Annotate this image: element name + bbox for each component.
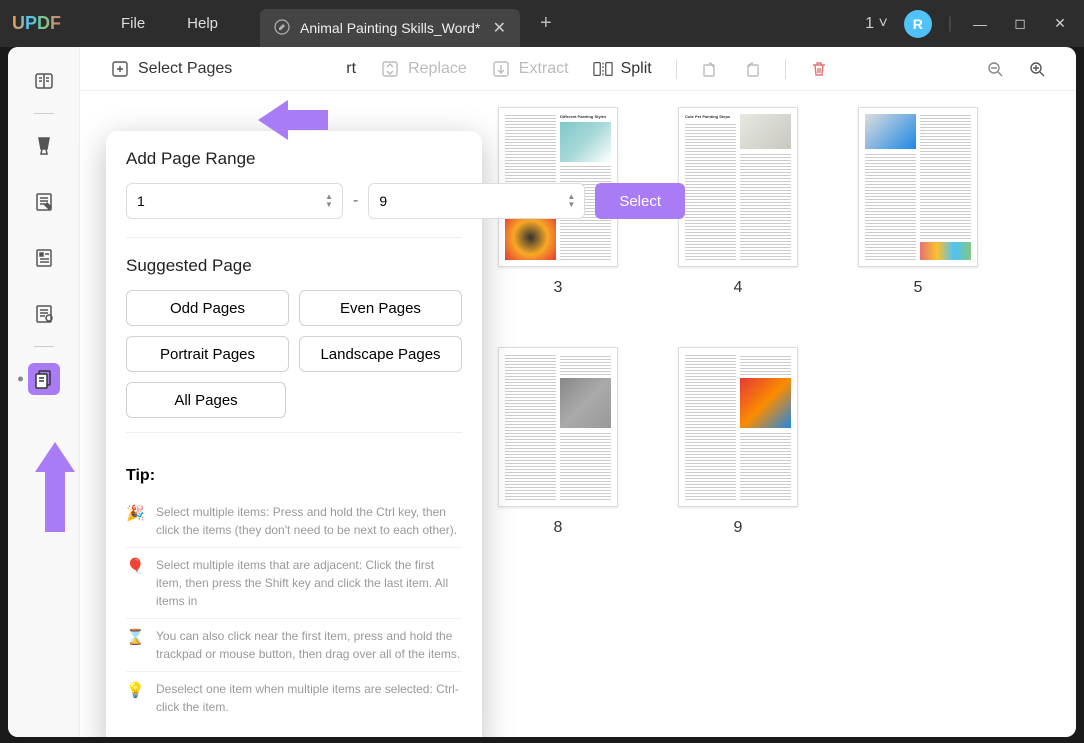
zoom-out-button[interactable]: [980, 56, 1010, 82]
select-pages-popover: Add Page Range ▲▼ - ▲▼ Select Suggested …: [106, 131, 482, 737]
spinner-icon[interactable]: ▲▼: [567, 187, 581, 215]
extract-icon: [491, 59, 511, 79]
titlebar: UPDF File Help Animal Painting Skills_Wo…: [0, 0, 1084, 47]
tip-item: 🎈 Select multiple items that are adjacen…: [126, 548, 462, 619]
page-number: 4: [734, 279, 743, 297]
page-thumb-5[interactable]: 5: [858, 107, 978, 297]
sidebar-organize-pages-icon[interactable]: [28, 363, 60, 395]
range-dash: -: [353, 192, 358, 210]
sidebar-form-icon[interactable]: [28, 242, 60, 274]
suggested-title: Suggested Page: [126, 256, 462, 276]
tab-count[interactable]: 1 ˅: [865, 15, 888, 33]
select-range-button[interactable]: Select: [595, 183, 685, 219]
split-icon: [593, 59, 613, 79]
menu-help[interactable]: Help: [187, 15, 218, 32]
sidebar-separator: [34, 113, 54, 114]
minimize-button[interactable]: —: [968, 16, 992, 32]
menu-file[interactable]: File: [121, 15, 145, 32]
zoom-in-button[interactable]: [1022, 56, 1052, 82]
maximize-button[interactable]: ◻: [1008, 15, 1032, 32]
document-tab[interactable]: Animal Painting Skills_Word* ✕: [260, 9, 520, 47]
annotation-arrow-icon: [32, 442, 78, 532]
toolbar-separator: [785, 59, 786, 79]
range-to-input[interactable]: [368, 183, 585, 219]
sidebar-edit-icon[interactable]: [28, 186, 60, 218]
hourglass-icon: ⌛: [126, 627, 144, 663]
even-pages-button[interactable]: Even Pages: [299, 290, 462, 326]
all-pages-button[interactable]: All Pages: [126, 382, 286, 418]
toolbar: Select Pages rt Replace Extract Split: [80, 47, 1076, 91]
toolbar-separator: [676, 59, 677, 79]
replace-button[interactable]: Replace: [374, 55, 473, 83]
page-thumb-8[interactable]: 8: [498, 347, 618, 537]
insert-button[interactable]: rt: [340, 56, 362, 82]
tip-item: 🎉 Select multiple items: Press and hold …: [126, 495, 462, 548]
tip-item: 💡 Deselect one item when multiple items …: [126, 672, 462, 724]
sidebar-reader-icon[interactable]: [28, 65, 60, 97]
split-button[interactable]: Split: [587, 55, 658, 83]
page-thumb-9[interactable]: 9: [678, 347, 798, 537]
range-from-input[interactable]: [126, 183, 343, 219]
titlebar-right: 1 ˅ R | — ◻ ✕: [865, 10, 1072, 38]
main-area: Select Pages rt Replace Extract Split: [8, 47, 1076, 737]
app-logo: UPDF: [12, 13, 61, 34]
party-icon: 🎉: [126, 503, 144, 539]
active-dot-icon: [18, 377, 23, 382]
bulb-icon: 💡: [126, 680, 144, 716]
tab-title: Animal Painting Skills_Word*: [300, 20, 480, 36]
balloon-icon: 🎈: [126, 556, 144, 610]
add-tab-button[interactable]: +: [540, 12, 552, 35]
page-number: 3: [554, 279, 563, 297]
rotate-left-button[interactable]: [695, 56, 725, 82]
page-thumb-4[interactable]: Cute Pet Painting Steps 4: [678, 107, 798, 297]
page-number: 9: [734, 519, 743, 537]
sidebar-ocr-icon[interactable]: [28, 298, 60, 330]
odd-pages-button[interactable]: Odd Pages: [126, 290, 289, 326]
replace-icon: [380, 59, 400, 79]
extract-button[interactable]: Extract: [485, 55, 575, 83]
edit-icon: [274, 19, 290, 38]
portrait-pages-button[interactable]: Portrait Pages: [126, 336, 289, 372]
select-pages-icon: [110, 59, 130, 79]
rotate-right-button[interactable]: [737, 56, 767, 82]
tip-title: Tip:: [126, 467, 462, 485]
annotation-arrow-icon: [258, 97, 328, 143]
tip-item: ⌛ You can also click near the first item…: [126, 619, 462, 672]
close-button[interactable]: ✕: [1048, 15, 1072, 32]
spinner-icon[interactable]: ▲▼: [325, 187, 339, 215]
close-icon[interactable]: ✕: [483, 18, 506, 38]
sidebar-highlight-icon[interactable]: [28, 130, 60, 162]
page-number: 8: [554, 519, 563, 537]
delete-button[interactable]: [804, 56, 834, 82]
landscape-pages-button[interactable]: Landscape Pages: [299, 336, 462, 372]
range-title: Add Page Range: [126, 149, 462, 169]
user-avatar[interactable]: R: [904, 10, 932, 38]
select-pages-button[interactable]: Select Pages: [104, 55, 238, 83]
sidebar-separator: [34, 346, 54, 347]
sidebar: [8, 47, 80, 737]
page-number: 5: [914, 279, 923, 297]
